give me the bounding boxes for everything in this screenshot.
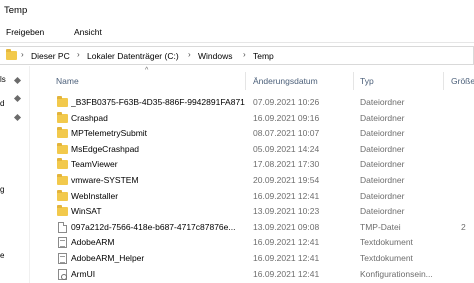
file-date: 16.09.2021 12:41 (253, 190, 320, 201)
column-header-size[interactable]: Größe (451, 76, 474, 86)
file-icon (58, 221, 67, 233)
file-type: Dateiordner (360, 128, 405, 139)
file-type: Dateiordner (360, 143, 405, 154)
file-type: Dateiordner (360, 112, 405, 123)
column-header-type[interactable]: Typ (360, 76, 374, 86)
file-date: 16.09.2021 12:41 (253, 253, 320, 263)
file-name: 097a212d-7566-418e-b687-4717c87876e... (71, 221, 236, 232)
text-document-icon (58, 253, 67, 264)
nav-item-fragment[interactable]: e (0, 251, 4, 260)
nav-item-fragment[interactable]: ls (0, 75, 6, 84)
breadcrumb-local-disk[interactable]: Lokaler Datenträger (C:) (87, 51, 179, 61)
folder-icon (57, 142, 68, 154)
column-header-date[interactable]: Änderungsdatum (253, 76, 318, 86)
file-date: 16.09.2021 12:41 (253, 268, 320, 279)
file-type: Textdokument (360, 237, 413, 248)
file-name: WinSAT (71, 206, 102, 217)
file-date: 07.09.2021 10:26 (253, 97, 320, 107)
column-divider[interactable] (245, 72, 246, 90)
chevron-right-icon[interactable]: › (77, 50, 80, 59)
file-date: 16.09.2021 09:16 (253, 112, 320, 123)
column-divider[interactable] (443, 72, 444, 90)
file-row[interactable]: MsEdgeCrashpad 05.09.2021 14:24 Dateiordne… (31, 142, 474, 156)
folder-icon (57, 96, 68, 107)
file-name: WebInstaller (71, 190, 119, 201)
file-name: AdobeARM (71, 237, 115, 248)
file-name: vmware-SYSTEM (71, 175, 139, 185)
folder-icon (57, 111, 68, 123)
chevron-right-icon[interactable]: › (243, 50, 246, 59)
window-title: Temp (4, 5, 28, 16)
file-name: MPTelemetrySubmit (71, 128, 148, 139)
file-row[interactable]: MPTelemetrySubmit 08.07.2021 10:07 Dateior… (31, 127, 474, 140)
file-row[interactable]: TeamViewer 17.08.2021 17:30 Dateiordner (31, 158, 474, 171)
folder-icon (57, 158, 68, 170)
file-row[interactable]: _B3FB0375-F63B-4D35-886F-9942891FA871 07.… (31, 96, 474, 109)
pin-icon[interactable] (13, 94, 22, 103)
breadcrumb-windows[interactable]: Windows (198, 51, 232, 61)
file-row[interactable]: AdobeARM_Helper 16.09.2021 12:41 Textdokum… (31, 252, 474, 265)
file-date: 08.07.2021 10:07 (253, 128, 320, 139)
file-list: ^ Name Änderungsdatum Typ Größe _B3FB037… (31, 66, 474, 283)
breadcrumb-temp[interactable]: Temp (253, 51, 274, 61)
file-type: Textdokument (360, 253, 413, 263)
folder-icon (57, 205, 68, 217)
file-row[interactable]: Crashpad 16.09.2021 09:16 Dateiordner (31, 111, 474, 125)
nav-item-fragment[interactable]: d (0, 99, 4, 108)
file-date: 13.09.2021 09:08 (253, 221, 320, 232)
file-size: 2 (461, 221, 466, 232)
chevron-right-icon[interactable]: › (188, 50, 191, 59)
config-file-icon (58, 268, 67, 280)
file-name: _B3FB0375-F63B-4D35-886F-9942891FA871 (71, 97, 245, 107)
address-row: › Dieser PC › Lokaler Datenträger (C:) ›… (0, 42, 474, 66)
chevron-right-icon[interactable]: › (21, 50, 24, 59)
tab-ansicht[interactable]: Ansicht (74, 27, 102, 37)
folder-icon (6, 49, 17, 60)
title-bar: Temp (0, 0, 474, 20)
file-type: Konfigurationsein... (360, 268, 433, 279)
ribbon-tabs: Freigeben Ansicht (0, 20, 474, 42)
pin-icon[interactable] (13, 113, 22, 122)
text-document-icon (58, 237, 67, 249)
nav-item-fragment[interactable]: g (0, 185, 4, 194)
folder-icon (57, 189, 68, 201)
file-type: Dateiordner (360, 206, 405, 217)
breadcrumb-dieser-pc[interactable]: Dieser PC (31, 51, 70, 61)
file-date: 17.08.2021 17:30 (253, 159, 320, 170)
pin-icon[interactable] (13, 76, 22, 85)
file-row[interactable]: WebInstaller 16.09.2021 12:41 Dateiordner (31, 189, 474, 203)
file-row[interactable]: AdobeARM 16.09.2021 12:41 Textdokument (31, 236, 474, 249)
sort-ascending-icon: ^ (145, 67, 149, 74)
file-row[interactable]: WinSAT 13.09.2021 10:23 Dateiordner (31, 205, 474, 218)
file-name: ArmUI (71, 268, 96, 279)
file-date: 13.09.2021 10:23 (253, 206, 320, 217)
file-type: Dateiordner (360, 159, 405, 170)
file-type: TMP-Datei (360, 221, 401, 232)
file-name: Crashpad (71, 112, 108, 123)
column-divider[interactable] (353, 72, 354, 90)
file-row[interactable]: ArmUI 16.09.2021 12:41 Konfigurationsein..… (31, 268, 474, 281)
tab-freigeben[interactable]: Freigeben (6, 27, 44, 37)
file-date: 20.09.2021 19:54 (253, 175, 320, 185)
navigation-pane: ls d g e (0, 66, 30, 283)
file-row[interactable]: 097a212d-7566-418e-b687-4717c87876e... 13… (31, 221, 474, 234)
file-row[interactable]: vmware-SYSTEM 20.09.2021 19:54 Dateiordner (31, 174, 474, 187)
folder-icon (57, 174, 68, 185)
file-date: 16.09.2021 12:41 (253, 237, 320, 248)
file-type: Dateiordner (360, 175, 405, 185)
column-headers: ^ Name Änderungsdatum Typ Größe (31, 66, 474, 94)
file-name: MsEdgeCrashpad (71, 143, 140, 154)
folder-icon (57, 127, 68, 139)
column-header-name[interactable]: Name (56, 76, 79, 86)
file-name: AdobeARM_Helper (71, 253, 145, 263)
file-date: 05.09.2021 14:24 (253, 143, 320, 154)
file-name: TeamViewer (71, 159, 118, 170)
address-bar[interactable]: › Dieser PC › Lokaler Datenträger (C:) ›… (0, 46, 474, 65)
file-type: Dateiordner (360, 97, 405, 107)
file-type: Dateiordner (360, 190, 405, 201)
